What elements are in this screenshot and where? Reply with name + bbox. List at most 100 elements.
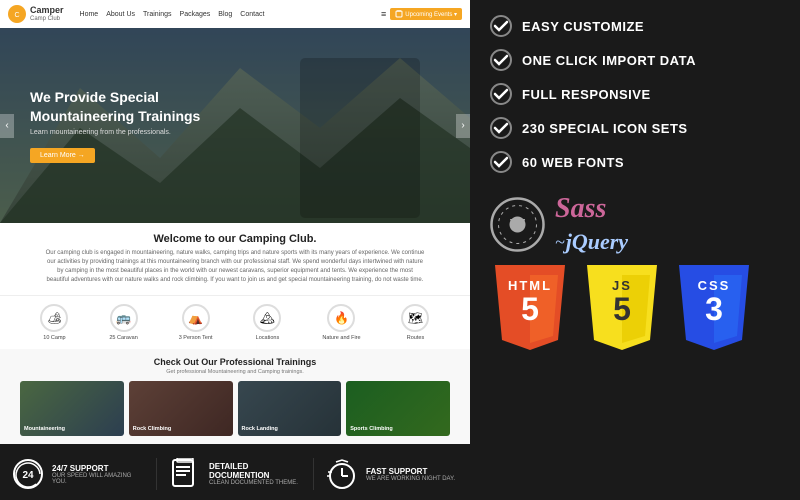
feature-web-fonts: 60 WEB FONTS xyxy=(490,151,780,173)
support-subtitle: OUR SPEED WILL AMAZING YOU. xyxy=(52,473,144,485)
trainings-title: Check Out Our Professional Trainings xyxy=(20,357,450,367)
hamburger-icon: ≡ xyxy=(381,9,386,19)
shields-row: 5 HTML 5 JS 3 CSS xyxy=(490,265,780,355)
bottom-item-fast: FAST SUPPORT WE ARE WORKING NIGHT DAY. xyxy=(314,458,470,490)
hero-section: ‹ We Provide SpecialMountaineering Train… xyxy=(0,28,470,223)
fast-text: FAST SUPPORT WE ARE WORKING NIGHT DAY. xyxy=(366,467,455,482)
training-card-rock-climbing[interactable]: Rock Climbing xyxy=(129,381,233,436)
nav-blog: Blog xyxy=(218,11,232,18)
training-card-mountaineering[interactable]: Mountaineering xyxy=(20,381,124,436)
fire-label: Nature and Fire xyxy=(322,335,360,341)
card-label: Sports Climbing xyxy=(350,426,392,432)
feature-list: EASY CUSTOMIZE ONE CLICK IMPORT DATA FUL… xyxy=(490,15,780,173)
trainings-grid: Mountaineering Rock Climbing Rock Landin… xyxy=(20,381,450,436)
css3-shield: 3 CSS xyxy=(674,265,754,355)
check-icon-1 xyxy=(490,15,512,37)
icon-caravan: 🚌 25 Caravan xyxy=(109,304,137,341)
sass-logo: Sass xyxy=(555,193,606,225)
support-text: 24/7 SUPPORT OUR SPEED WILL AMAZING YOU. xyxy=(52,464,144,485)
camp-icon: 🏕 xyxy=(40,304,68,332)
nav-links: Home About Us Trainings Packages Blog Co… xyxy=(80,11,265,18)
hero-content: We Provide SpecialMountaineering Trainin… xyxy=(30,88,200,162)
icon-locations: 🏔 Locations xyxy=(253,304,281,341)
caravan-label: 25 Caravan xyxy=(109,335,137,341)
bottom-bar: 24 24/7 SUPPORT OUR SPEED WILL AMAZING Y… xyxy=(0,444,470,500)
nav-contact: Contact xyxy=(240,11,264,18)
trainings-section: Check Out Our Professional Trainings Get… xyxy=(0,349,470,444)
site-nav: C Camper Camp Club Home About Us Trainin… xyxy=(0,0,470,28)
icon-tent: ⛺ 3 Person Tent xyxy=(179,304,213,341)
icon-camp: 🏕 10 Camp xyxy=(40,304,68,341)
feature-easy-customize: EASY CUSTOMIZE xyxy=(490,15,780,37)
caravan-icon: 🚌 xyxy=(110,304,138,332)
nav-about: About Us xyxy=(106,11,135,18)
check-icon-2 xyxy=(490,49,512,71)
logo-text: Camper Camp Club xyxy=(30,6,64,22)
location-icon: 🏔 xyxy=(253,304,281,332)
features-panel: EASY CUSTOMIZE ONE CLICK IMPORT DATA FUL… xyxy=(470,0,800,500)
feature-text-5: 60 WEB FONTS xyxy=(522,155,624,170)
docs-title: DETAILED DOCUMENTION xyxy=(209,462,301,480)
tech-area: W Sass ~ jQuery xyxy=(490,189,780,255)
icon-fire: 🔥 Nature and Fire xyxy=(322,304,360,341)
svg-text:W: W xyxy=(510,217,526,234)
bottom-item-docs: DETAILED DOCUMENTION CLEAN DOCUMENTED TH… xyxy=(157,458,314,490)
html5-shield: 5 HTML xyxy=(490,265,570,355)
trainings-subtitle: Get professional Mountaineering and Camp… xyxy=(20,369,450,375)
feature-one-click: ONE CLICK IMPORT DATA xyxy=(490,49,780,71)
support-title: 24/7 SUPPORT xyxy=(52,464,144,473)
svg-text:3: 3 xyxy=(705,291,723,327)
jquery-wave: ~ xyxy=(555,232,565,253)
svg-text:5: 5 xyxy=(613,291,631,327)
hero-next-arrow[interactable]: › xyxy=(456,114,470,138)
support-24-icon: 24 xyxy=(12,458,44,490)
docs-subtitle: CLEAN DOCUMENTED THEME. xyxy=(209,480,301,486)
wordpress-logo: W xyxy=(490,197,545,252)
javascript-shield: 5 JS xyxy=(582,265,662,355)
tent-icon: ⛺ xyxy=(182,304,210,332)
hero-title: We Provide SpecialMountaineering Trainin… xyxy=(30,88,200,124)
location-label: Locations xyxy=(253,335,281,341)
feature-text-1: EASY CUSTOMIZE xyxy=(522,19,644,34)
website-preview: C Camper Camp Club Home About Us Trainin… xyxy=(0,0,470,500)
feature-text-3: FULL RESPONSIVE xyxy=(522,87,651,102)
training-card-rock-landing[interactable]: Rock Landing xyxy=(238,381,342,436)
sass-jquery-area: Sass ~ jQuery xyxy=(555,193,628,255)
icons-row: 🏕 10 Camp 🚌 25 Caravan ⛺ 3 Person Tent 🏔… xyxy=(0,295,470,349)
hero-subtitle: Learn mountaineering from the profession… xyxy=(30,129,200,136)
camp-label: 10 Camp xyxy=(40,335,68,341)
feature-text-2: ONE CLICK IMPORT DATA xyxy=(522,53,696,68)
svg-text:5: 5 xyxy=(521,291,539,327)
feature-text-4: 230 SPECIAL ICON SETS xyxy=(522,121,688,136)
training-card-sports-climbing[interactable]: Sports Climbing xyxy=(346,381,450,436)
docs-text: DETAILED DOCUMENTION CLEAN DOCUMENTED TH… xyxy=(209,462,301,486)
fast-title: FAST SUPPORT xyxy=(366,467,455,476)
card-label: Rock Landing xyxy=(242,426,278,432)
bottom-item-support: 24 24/7 SUPPORT OUR SPEED WILL AMAZING Y… xyxy=(0,458,157,490)
check-icon-3 xyxy=(490,83,512,105)
svg-text:JS: JS xyxy=(612,278,632,293)
nav-trainings: Trainings xyxy=(143,11,172,18)
nav-packages: Packages xyxy=(180,11,211,18)
routes-label: Routes xyxy=(401,335,429,341)
nav-right: ≡ Upcoming Events ▾ xyxy=(381,8,462,20)
tent-label: 3 Person Tent xyxy=(179,335,213,341)
svg-text:C: C xyxy=(14,12,19,19)
check-icon-4 xyxy=(490,117,512,139)
welcome-section: Welcome to our Camping Club. Our camping… xyxy=(0,223,470,295)
fast-clock-icon xyxy=(326,458,358,490)
fire-icon: 🔥 xyxy=(327,304,355,332)
card-label: Mountaineering xyxy=(24,426,65,432)
check-icon-5 xyxy=(490,151,512,173)
site-logo: C Camper Camp Club xyxy=(8,5,64,23)
hero-cta-button[interactable]: Learn More → xyxy=(30,148,95,163)
feature-icon-sets: 230 SPECIAL ICON SETS xyxy=(490,117,780,139)
nav-home: Home xyxy=(80,11,99,18)
svg-text:CSS: CSS xyxy=(698,278,731,293)
logo-icon: C xyxy=(8,5,26,23)
docs-icon xyxy=(169,458,201,490)
events-button[interactable]: Upcoming Events ▾ xyxy=(390,8,462,20)
icon-routes: 🗺 Routes xyxy=(401,304,429,341)
hero-prev-arrow[interactable]: ‹ xyxy=(0,114,14,138)
welcome-title: Welcome to our Camping Club. xyxy=(30,233,440,245)
